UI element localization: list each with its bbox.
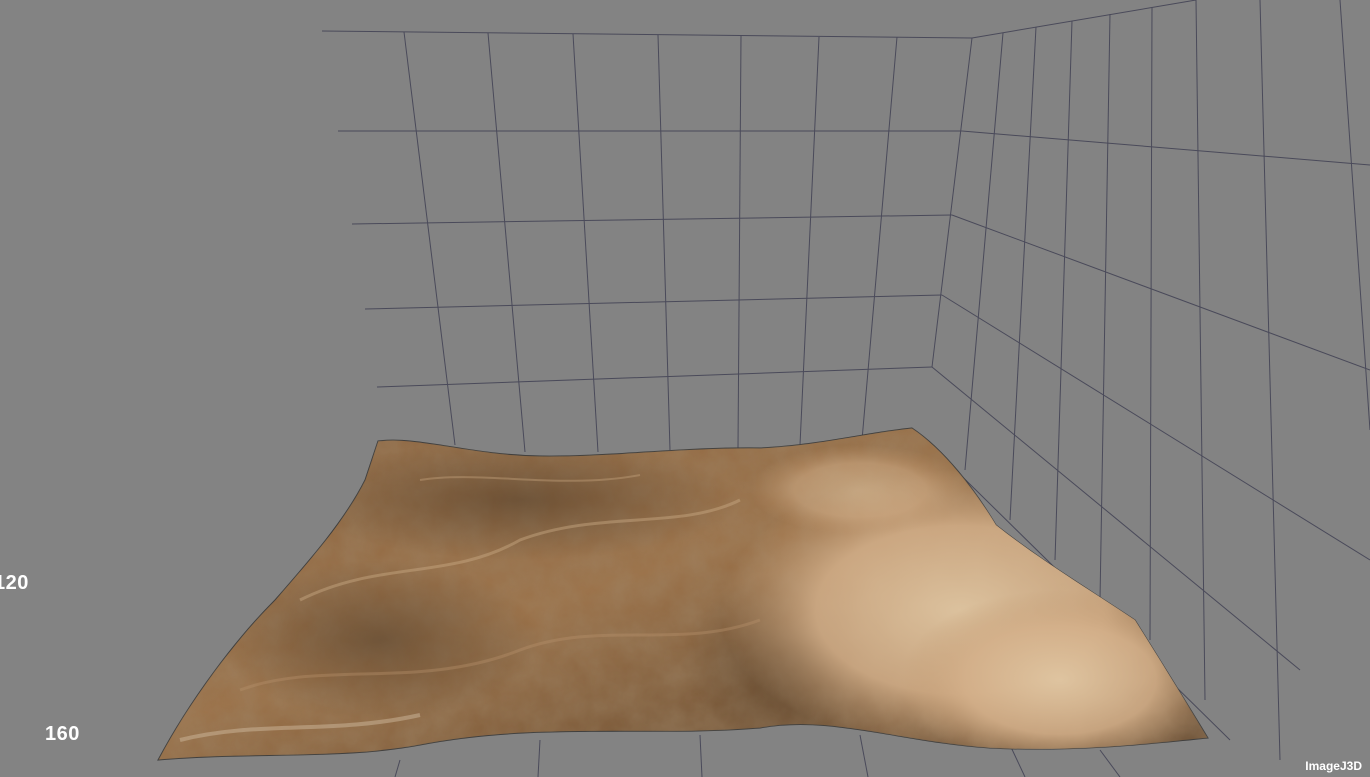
axis-tick-label: 120: [0, 572, 29, 594]
3d-viewport[interactable]: 120 160 ImageJ3D: [0, 0, 1370, 777]
back-wall-grid: [321, 30, 973, 453]
imagej3d-watermark: ImageJ3D: [1305, 759, 1362, 773]
3d-scene[interactable]: [0, 0, 1370, 777]
axis-tick-label: 160: [45, 723, 80, 745]
